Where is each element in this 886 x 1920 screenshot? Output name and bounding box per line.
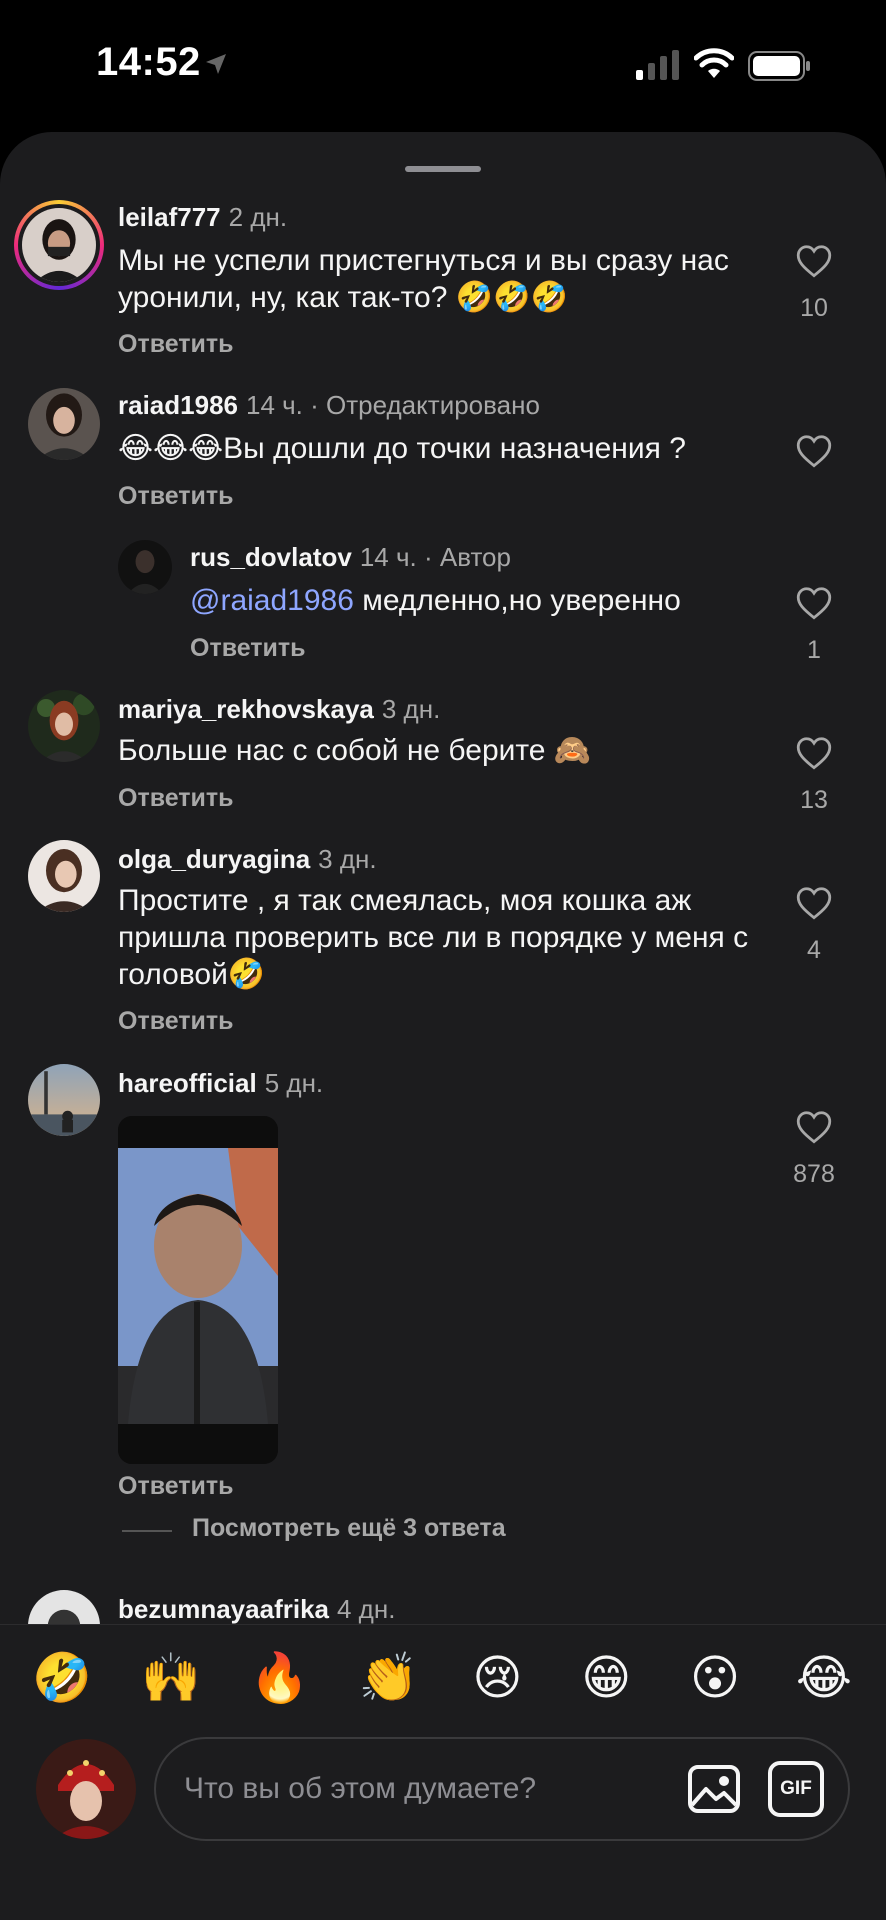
comment-meta: bezumnayaafrika 4 дн.: [118, 1594, 395, 1625]
emoji-surprised-button[interactable]: 😮: [683, 1647, 747, 1711]
heart-icon: [796, 587, 832, 620]
like-button[interactable]: 10: [772, 244, 856, 323]
status-bar: 14:52: [0, 0, 886, 130]
comment-input-container: GIF: [154, 1737, 850, 1841]
sheet-grabber[interactable]: [405, 166, 481, 172]
comment-text: Простите , я так смеялась, моя кошка аж …: [118, 884, 749, 991]
avatar[interactable]: [28, 690, 100, 762]
comment-meta: hareofficial 5 дн.: [118, 1068, 323, 1099]
comment-meta: raiad1986 14 ч. · Отредактировано: [118, 390, 540, 421]
reply-button[interactable]: Ответить: [118, 330, 234, 359]
mention-link[interactable]: @raiad1986: [190, 584, 354, 617]
story-ring[interactable]: [14, 200, 104, 290]
reply-button[interactable]: Ответить: [118, 482, 234, 511]
comment-text: 😂😂😂Вы дошли до точки назначения ?: [118, 432, 686, 465]
gif-button[interactable]: GIF: [768, 1761, 824, 1817]
reply-button[interactable]: Ответить: [118, 784, 234, 813]
timestamp: 3 дн.: [318, 844, 377, 874]
emoji-crying-button[interactable]: 😢: [465, 1647, 529, 1711]
heart-icon: [796, 1111, 832, 1144]
username[interactable]: hareofficial: [118, 1068, 257, 1098]
timestamp: 14 ч.: [359, 542, 417, 572]
timestamp: 4 дн.: [336, 1594, 396, 1624]
comment-meta: leilaf777 2 дн.: [118, 202, 287, 233]
avatar[interactable]: [28, 388, 100, 460]
comment-meta: olga_duryagina 3 дн.: [118, 844, 377, 875]
avatar[interactable]: [118, 540, 172, 594]
timestamp: 5 дн.: [264, 1068, 324, 1098]
like-count: 4: [807, 936, 821, 964]
emoji-grin-button[interactable]: 😁: [574, 1647, 638, 1711]
emoji-fire-button[interactable]: 🔥: [248, 1647, 312, 1711]
timestamp: 2 дн.: [228, 202, 288, 232]
battery-icon: [748, 51, 810, 81]
like-count: 878: [793, 1160, 835, 1188]
emoji-rofl-button[interactable]: 🤣: [30, 1647, 94, 1711]
username[interactable]: olga_duryagina: [118, 844, 310, 874]
wifi-icon: [694, 48, 734, 78]
image-icon[interactable]: [686, 1761, 742, 1817]
avatar[interactable]: [22, 208, 96, 282]
timestamp: 3 дн.: [381, 694, 441, 724]
avatar[interactable]: [28, 1064, 100, 1136]
like-count: 1: [807, 636, 821, 664]
quick-emoji-bar: 🤣 🙌 🔥 👏 😢 😁 😮 😂: [30, 1647, 856, 1711]
username[interactable]: raiad1986: [118, 390, 238, 420]
status-time: 14:52: [96, 40, 201, 84]
like-button[interactable]: [772, 434, 856, 468]
heart-icon: [796, 435, 832, 468]
comment-meta: mariya_rekhovskaya 3 дн.: [118, 694, 440, 725]
comment-composer: 🤣 🙌 🔥 👏 😢 😁 😮 😂 GIF: [0, 1624, 886, 1920]
reply-button[interactable]: Ответить: [118, 1472, 234, 1501]
emoji-raised-hands-button[interactable]: 🙌: [139, 1647, 203, 1711]
reply-button[interactable]: Ответить: [190, 634, 306, 663]
like-button[interactable]: 4: [772, 886, 856, 965]
view-more-replies-label: Посмотреть ещё 3 ответа: [192, 1514, 506, 1542]
timestamp: 14 ч.: [245, 390, 303, 420]
edited-label: · Отредактировано: [302, 390, 540, 420]
reply-button[interactable]: Ответить: [118, 1007, 234, 1036]
username[interactable]: mariya_rekhovskaya: [118, 694, 374, 724]
divider: [122, 1530, 172, 1532]
username[interactable]: leilaf777: [118, 202, 221, 232]
comment-input[interactable]: [184, 1767, 664, 1811]
heart-icon: [796, 245, 832, 278]
current-user-avatar: [36, 1739, 136, 1839]
author-label: · Автор: [416, 542, 511, 572]
avatar[interactable]: [28, 840, 100, 912]
username[interactable]: rus_dovlatov: [190, 542, 352, 572]
location-arrow-icon: [206, 54, 226, 74]
like-button[interactable]: 13: [772, 736, 856, 815]
username[interactable]: bezumnayaafrika: [118, 1594, 329, 1624]
like-count: 13: [800, 786, 828, 814]
emoji-joy-button[interactable]: 😂: [792, 1647, 856, 1711]
like-button[interactable]: 1: [772, 586, 856, 665]
cellular-signal-icon: [636, 50, 679, 80]
video-reply-thumbnail[interactable]: [118, 1116, 278, 1464]
comment-text: Мы не успели пристегнуться и вы сразу на…: [118, 244, 729, 314]
comment-text: Больше нас с собой не берите 🙈: [118, 734, 592, 767]
heart-icon: [796, 737, 832, 770]
comment-meta: rus_dovlatov 14 ч. · Автор: [190, 542, 511, 573]
emoji-clap-button[interactable]: 👏: [357, 1647, 421, 1711]
like-count: 10: [800, 294, 828, 322]
like-button[interactable]: 878: [772, 1110, 856, 1189]
comment-text: @raiad1986 медленно,но уверенно: [190, 584, 681, 617]
heart-icon: [796, 887, 832, 920]
